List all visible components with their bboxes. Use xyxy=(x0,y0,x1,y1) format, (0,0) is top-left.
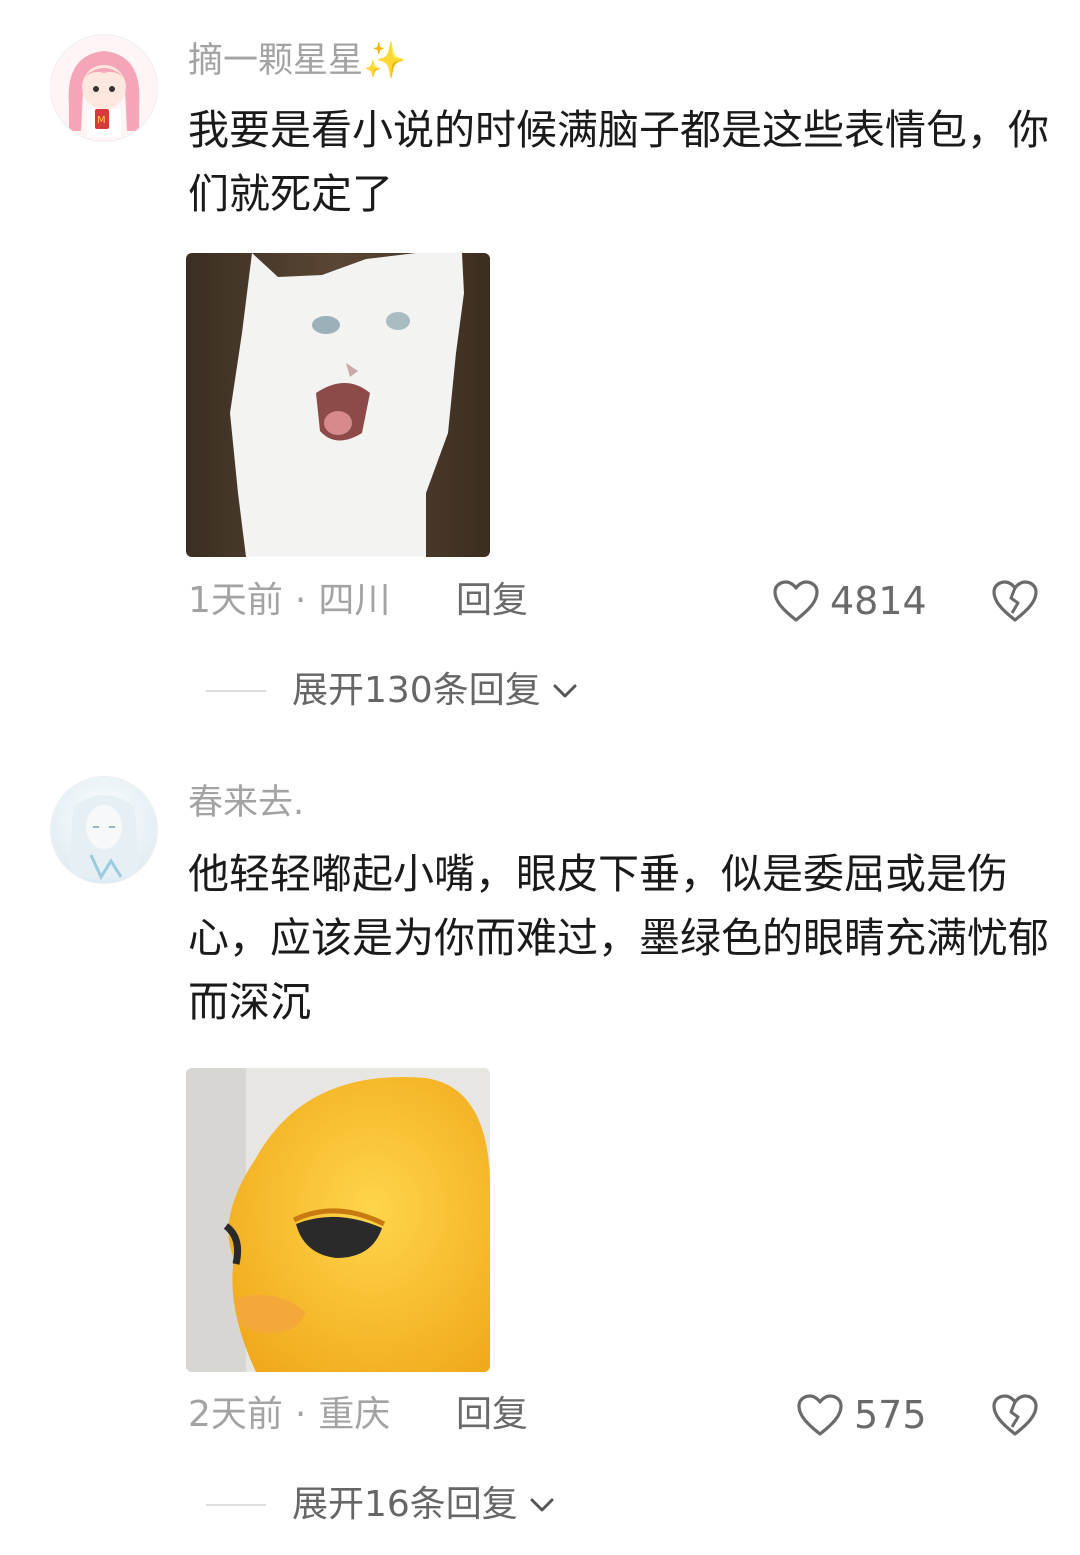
like-count: 4814 xyxy=(830,579,927,623)
pink-hair-girl-avatar-icon: M xyxy=(51,35,157,141)
screaming-white-cat-meme-icon xyxy=(186,253,490,557)
pale-anime-character-avatar-icon xyxy=(51,777,157,883)
username[interactable]: 摘一颗星星✨ xyxy=(188,36,407,86)
dislike-button[interactable] xyxy=(990,578,1040,628)
chevron-down-icon xyxy=(530,1498,554,1512)
svg-text:M: M xyxy=(97,115,106,126)
separator-dot: · xyxy=(294,580,307,621)
broken-heart-icon xyxy=(992,580,1038,622)
divider-line xyxy=(206,1504,266,1506)
dislike-button[interactable] xyxy=(990,1392,1040,1442)
expand-replies-label: 展开130条回复 xyxy=(292,670,541,711)
comment-meta: 1天前 · 四川 xyxy=(188,576,390,626)
username[interactable]: 春来去. xyxy=(188,778,304,828)
separator-dot: · xyxy=(294,1394,307,1435)
comment-text: 我要是看小说的时候满脑子都是这些表情包，你们就死定了 xyxy=(188,106,1049,218)
like-button[interactable]: 4814 xyxy=(772,576,927,626)
user-avatar[interactable]: M xyxy=(50,34,158,142)
expand-replies-label: 展开16条回复 xyxy=(292,1484,518,1525)
divider-line xyxy=(206,690,266,692)
heart-icon xyxy=(773,580,819,622)
comment-meta: 2天前 · 重庆 xyxy=(188,1390,390,1440)
like-button[interactable]: 575 xyxy=(796,1390,927,1440)
comment-image[interactable] xyxy=(186,253,490,557)
comment-image[interactable] xyxy=(186,1068,490,1372)
expand-replies-button[interactable]: 展开130条回复 xyxy=(206,666,579,716)
broken-heart-icon xyxy=(992,1394,1038,1436)
comment-location: 四川 xyxy=(318,580,391,621)
comment-location: 重庆 xyxy=(318,1394,391,1435)
sad-yellow-duck-meme-icon xyxy=(186,1068,490,1372)
comment-text: 他轻轻嘟起小嘴，眼皮下垂，似是委屈或是伤心，应该是为你而难过，墨绿色的眼睛充满忧… xyxy=(188,850,1049,1026)
heart-icon xyxy=(797,1394,843,1436)
expand-replies-button[interactable]: 展开16条回复 xyxy=(206,1480,556,1530)
chevron-down-icon xyxy=(553,684,577,698)
comment-time: 2天前 xyxy=(188,1394,283,1435)
user-avatar[interactable] xyxy=(50,776,158,884)
reply-button[interactable]: 回复 xyxy=(456,576,528,626)
like-count: 575 xyxy=(854,1393,927,1437)
comment-time: 1天前 xyxy=(188,580,283,621)
reply-button[interactable]: 回复 xyxy=(456,1390,528,1440)
